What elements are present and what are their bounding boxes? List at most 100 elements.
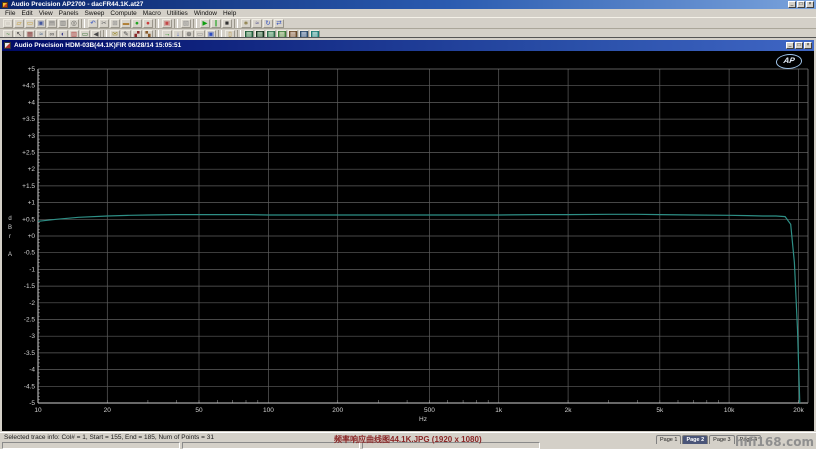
graph-window-title: Audio Precision HDM-03B(44.1K)FIR 06/28/…	[14, 42, 786, 49]
menu-item-window[interactable]: Window	[191, 10, 220, 17]
log-file-icon[interactable]: ▧	[181, 19, 191, 28]
svg-text:-3.5: -3.5	[24, 350, 36, 357]
svg-text:+1.5: +1.5	[22, 183, 35, 190]
open-test-icon[interactable]: ▱	[14, 19, 24, 28]
menu-item-edit[interactable]: Edit	[18, 10, 35, 17]
mdi-client-area: Audio Precision HDM-03B(44.1K)FIR 06/28/…	[0, 38, 816, 433]
y-axis-label: d	[8, 216, 11, 222]
frequency-response-plot: +5+4.5+4+3.5+3+2.5+2+1.5+1+0.5+0-0.5-1-1…	[2, 51, 814, 431]
svg-text:+0: +0	[28, 233, 36, 240]
graph-area[interactable]: +5+4.5+4+3.5+3+2.5+2+1.5+1+0.5+0-0.5-1-1…	[2, 51, 814, 431]
graph-window-titlebar[interactable]: Audio Precision HDM-03B(44.1K)FIR 06/28/…	[2, 40, 814, 51]
svg-text:+3: +3	[28, 133, 36, 140]
svg-text:2k: 2k	[565, 407, 573, 414]
status-bar: Selected trace info: Col# = 1, Start = 1…	[0, 432, 816, 449]
close-button[interactable]: ×	[806, 1, 814, 8]
frequency-response-chart: +5+4.5+4+3.5+3+2.5+2+1.5+1+0.5+0-0.5-1-1…	[2, 51, 814, 431]
svg-text:20: 20	[104, 407, 112, 414]
svg-text:1k: 1k	[495, 407, 503, 414]
copy-panel-icon[interactable]: ▣	[162, 19, 172, 28]
repeat-sweep-icon[interactable]: ↻	[263, 19, 273, 28]
svg-text:-2.5: -2.5	[24, 317, 36, 324]
svg-text:-5: -5	[29, 400, 35, 407]
svg-text:200: 200	[332, 407, 343, 414]
toolbar-main: ▢▱▭▣▤▥◎↶✂⊞▬●●▣▧▶∥■∗≈↻⇄	[0, 17, 816, 29]
toolbar-separator	[81, 19, 85, 28]
menu-item-macro[interactable]: Macro	[140, 10, 164, 17]
svg-text:+5: +5	[28, 66, 36, 73]
menu-item-file[interactable]: File	[2, 10, 18, 17]
stop-sweep-icon[interactable]: ■	[222, 19, 232, 28]
menu-item-utilities[interactable]: Utilities	[164, 10, 191, 17]
menu-item-panels[interactable]: Panels	[56, 10, 82, 17]
maximize-button[interactable]: □	[797, 1, 805, 8]
print-icon[interactable]: ▤	[47, 19, 57, 28]
go-offline-icon[interactable]: ●	[143, 19, 153, 28]
page-tab-3[interactable]: Page 3	[709, 435, 734, 444]
menu-item-view[interactable]: View	[36, 10, 56, 17]
window-controls: _ □ ×	[788, 1, 814, 8]
save-icon[interactable]: ▣	[36, 19, 46, 28]
svg-text:+4.5: +4.5	[22, 83, 35, 90]
page-tab-1[interactable]: Page 1	[656, 435, 681, 444]
graph-window-controls: _ □ ×	[786, 42, 812, 49]
app-icon	[2, 2, 8, 8]
open-workspace-icon[interactable]: ▭	[25, 19, 35, 28]
svg-text:-0.5: -0.5	[24, 250, 36, 257]
svg-text:+4: +4	[28, 99, 36, 106]
print-setup-icon[interactable]: ▥	[58, 19, 68, 28]
app-window: Audio Precision AP2700 - dacFR44.1K.at27…	[0, 0, 816, 449]
svg-text:10k: 10k	[724, 407, 735, 414]
toolbar-separator	[155, 19, 159, 28]
graph-restore-button[interactable]: □	[795, 42, 803, 49]
copy-icon[interactable]: ⊞	[110, 19, 120, 28]
svg-text:-1.5: -1.5	[24, 283, 36, 290]
graph-minimize-button[interactable]: _	[786, 42, 794, 49]
svg-text:-1: -1	[29, 266, 35, 273]
cut-icon[interactable]: ✂	[99, 19, 109, 28]
window-titlebar[interactable]: Audio Precision AP2700 - dacFR44.1K.at27…	[0, 0, 816, 9]
toolbar-separator	[234, 19, 238, 28]
window-title: Audio Precision AP2700 - dacFR44.1K.at27	[11, 1, 788, 8]
new-test-icon[interactable]: ▢	[3, 19, 13, 28]
svg-text:100: 100	[263, 407, 274, 414]
toolbar-separator	[174, 19, 178, 28]
svg-text:-3: -3	[29, 333, 35, 340]
menu-item-help[interactable]: Help	[220, 10, 239, 17]
svg-text:10: 10	[34, 407, 42, 414]
run-sweep-icon[interactable]: ▶	[200, 19, 210, 28]
graph-window-icon	[4, 42, 11, 49]
svg-text:+0.5: +0.5	[22, 216, 35, 223]
svg-text:5k: 5k	[656, 407, 664, 414]
append-sweep-icon[interactable]: ⇄	[274, 19, 284, 28]
svg-text:-4: -4	[29, 367, 35, 374]
y-axis-label: A	[8, 252, 12, 258]
find-icon[interactable]: ◎	[69, 19, 79, 28]
regulation-icon[interactable]: ≈	[252, 19, 262, 28]
go-online-icon[interactable]: ●	[132, 19, 142, 28]
toolbar-separator	[193, 19, 197, 28]
trace-info-text: Selected trace info: Col# = 1, Start = 1…	[4, 434, 214, 441]
svg-text:500: 500	[424, 407, 435, 414]
undo-icon[interactable]: ↶	[88, 19, 98, 28]
svg-text:-2: -2	[29, 300, 35, 307]
reference-icon[interactable]: ∗	[241, 19, 251, 28]
menu-item-sweep[interactable]: Sweep	[82, 10, 108, 17]
y-axis-label: B	[8, 225, 12, 231]
red-watermark-text: 频率响应曲线图44.1K.JPG (1920 x 1080)	[334, 434, 482, 445]
paste-icon[interactable]: ▬	[121, 19, 131, 28]
status-cell	[2, 442, 180, 449]
x-axis-label: Hz	[419, 416, 427, 423]
svg-text:-4.5: -4.5	[24, 383, 36, 390]
svg-text:20k: 20k	[793, 407, 804, 414]
site-watermark-text: hifi168.com	[735, 435, 814, 449]
graph-close-button[interactable]: ×	[804, 42, 812, 49]
page-tab-2[interactable]: Page 2	[682, 435, 708, 444]
menu-item-compute[interactable]: Compute	[107, 10, 139, 17]
y-axis-label: r	[9, 234, 11, 240]
graph-window: Audio Precision HDM-03B(44.1K)FIR 06/28/…	[0, 38, 816, 433]
minimize-button[interactable]: _	[788, 1, 796, 8]
pause-sweep-icon[interactable]: ∥	[211, 19, 221, 28]
svg-text:50: 50	[195, 407, 203, 414]
svg-text:+2.5: +2.5	[22, 150, 35, 157]
